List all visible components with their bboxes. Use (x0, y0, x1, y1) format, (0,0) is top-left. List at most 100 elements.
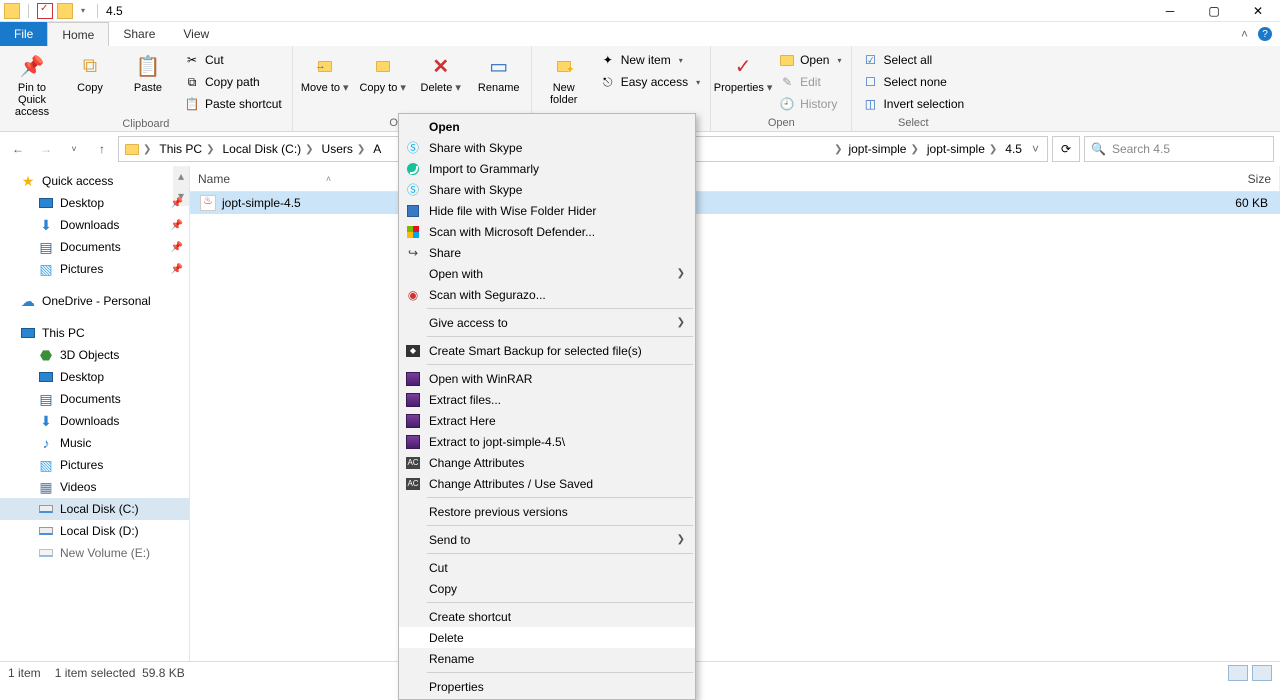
jar-icon (200, 195, 216, 211)
tab-share[interactable]: Share (109, 22, 169, 46)
cm-giveaccess[interactable]: Give access to❯ (399, 312, 695, 333)
sidebar-quick-access[interactable]: ★Quick access (0, 170, 189, 192)
cm-restore[interactable]: Restore previous versions (399, 501, 695, 522)
delete-button[interactable]: ✕Delete▾ (415, 50, 467, 94)
sidebar-onedrive[interactable]: ☁OneDrive - Personal (0, 290, 189, 312)
cm-sendto[interactable]: Send to❯ (399, 529, 695, 550)
cm-separator (427, 308, 693, 309)
qat-newfolder-icon[interactable] (57, 3, 73, 19)
cm-share[interactable]: ↪Share (399, 242, 695, 263)
invert-icon: ◫ (862, 96, 878, 112)
move-to-button[interactable]: →Move to▾ (299, 50, 351, 94)
sidebar-downloads[interactable]: ⬇Downloads📌 (0, 214, 189, 236)
crumb-thispc[interactable]: This PC❯ (155, 142, 218, 156)
select-all-button[interactable]: ☑Select all (858, 50, 968, 70)
crumb-a[interactable]: A (369, 142, 385, 156)
sidebar-3dobjects[interactable]: ⬣3D Objects (0, 344, 189, 366)
recent-dropdown[interactable]: ˅ (62, 137, 86, 161)
cm-skype2[interactable]: ⓈShare with Skype (399, 179, 695, 200)
history-button[interactable]: 🕘History (775, 94, 845, 114)
tab-file[interactable]: File (0, 22, 47, 46)
back-button[interactable]: ← (6, 137, 30, 161)
sidebar-documents2[interactable]: ▤Documents (0, 388, 189, 410)
paste-shortcut-button[interactable]: 📋Paste shortcut (180, 94, 286, 114)
col-name[interactable]: Name˄ (190, 166, 430, 191)
cm-openwith[interactable]: Open with❯ (399, 263, 695, 284)
refresh-button[interactable]: ⟳ (1052, 136, 1080, 162)
qat-properties-icon[interactable] (37, 3, 53, 19)
tab-view[interactable]: View (169, 22, 223, 46)
sidebar-documents[interactable]: ▤Documents📌 (0, 236, 189, 258)
sidebar-pictures2[interactable]: ▧Pictures (0, 454, 189, 476)
minimize-button[interactable]: ─ (1148, 0, 1192, 22)
edit-icon: ✎ (779, 74, 795, 90)
crumb-45[interactable]: 4.5 (1001, 142, 1026, 156)
cm-attr2[interactable]: ACChange Attributes / Use Saved (399, 473, 695, 494)
cm-winrar-open[interactable]: Open with WinRAR (399, 368, 695, 389)
cm-skype1[interactable]: ⓈShare with Skype (399, 137, 695, 158)
view-large-button[interactable] (1252, 665, 1272, 681)
column-headers[interactable]: Name˄ Size (190, 166, 1280, 192)
pin-quick-access-button[interactable]: 📌Pin to Quick access (6, 50, 58, 118)
forward-button[interactable]: → (34, 137, 58, 161)
sidebar-desktop[interactable]: Desktop📌 (0, 192, 189, 214)
paste-button[interactable]: 📋Paste (122, 50, 174, 94)
select-none-button[interactable]: ☐Select none (858, 72, 968, 92)
easy-access-button[interactable]: ⎋Easy access▾ (596, 72, 704, 92)
sidebar-new-volume[interactable]: New Volume (E:) (0, 542, 189, 564)
sidebar-desktop2[interactable]: Desktop (0, 366, 189, 388)
sidebar-thispc[interactable]: This PC (0, 322, 189, 344)
new-folder-button[interactable]: ✦New folder (538, 50, 590, 106)
cm-smartbackup[interactable]: ◆Create Smart Backup for selected file(s… (399, 340, 695, 361)
sidebar-pictures[interactable]: ▧Pictures📌 (0, 258, 189, 280)
cm-segurazo[interactable]: ◉Scan with Segurazo... (399, 284, 695, 305)
edit-button[interactable]: ✎Edit (775, 72, 845, 92)
breadcrumb-dropdown[interactable]: ˅ (1026, 142, 1045, 156)
sidebar-downloads2[interactable]: ⬇Downloads (0, 410, 189, 432)
copy-to-button[interactable]: Copy to▾ (357, 50, 409, 94)
sidebar-music[interactable]: ♪Music (0, 432, 189, 454)
crumb-c[interactable]: Local Disk (C:)❯ (218, 142, 317, 156)
cm-winrar-extract[interactable]: Extract files... (399, 389, 695, 410)
cm-defender[interactable]: Scan with Microsoft Defender... (399, 221, 695, 242)
cm-attr[interactable]: ACChange Attributes (399, 452, 695, 473)
help-icon[interactable]: ? (1258, 27, 1272, 41)
copy-button[interactable]: ⧉Copy (64, 50, 116, 94)
cm-copy[interactable]: Copy (399, 578, 695, 599)
crumb-jopt1[interactable]: ❯jopt-simple❯ (828, 142, 923, 156)
view-details-button[interactable] (1228, 665, 1248, 681)
cm-winrar-to[interactable]: Extract to jopt-simple-4.5\ (399, 431, 695, 452)
crumb-jopt2[interactable]: jopt-simple❯ (923, 142, 1001, 156)
cm-winrar-here[interactable]: Extract Here (399, 410, 695, 431)
cm-cut[interactable]: Cut (399, 557, 695, 578)
rename-button[interactable]: ▭Rename (473, 50, 525, 94)
copy-path-button[interactable]: ⧉Copy path (180, 72, 286, 92)
cm-rename[interactable]: Rename (399, 648, 695, 669)
search-input[interactable]: 🔍 Search 4.5 (1084, 136, 1274, 162)
crumb-users[interactable]: Users❯ (318, 142, 370, 156)
pin-icon: 📌 (18, 52, 46, 80)
sidebar-videos[interactable]: ▦Videos (0, 476, 189, 498)
sidebar-local-c[interactable]: Local Disk (C:) (0, 498, 189, 520)
file-row[interactable]: jopt-simple-4.5 60 KB (190, 192, 1280, 214)
properties-button[interactable]: ✓Properties▾ (717, 50, 769, 94)
col-size[interactable]: Size (1180, 166, 1280, 191)
new-item-button[interactable]: ✦New item▾ (596, 50, 704, 70)
open-button[interactable]: Open▾ (775, 50, 845, 70)
qat-dropdown-icon[interactable]: ▾ (81, 6, 85, 15)
cm-wise[interactable]: Hide file with Wise Folder Hider (399, 200, 695, 221)
collapse-ribbon-icon[interactable]: ˄ (1241, 27, 1248, 41)
crumb-icon[interactable]: ❯ (121, 144, 155, 155)
tab-home[interactable]: Home (47, 22, 109, 46)
cm-shortcut[interactable]: Create shortcut (399, 606, 695, 627)
cm-properties[interactable]: Properties (399, 676, 695, 697)
cut-button[interactable]: ✂Cut (180, 50, 286, 70)
cm-delete[interactable]: Delete (399, 627, 695, 648)
invert-selection-button[interactable]: ◫Invert selection (858, 94, 968, 114)
maximize-button[interactable]: ▢ (1192, 0, 1236, 22)
cm-open[interactable]: Open (399, 116, 695, 137)
sidebar-local-d[interactable]: Local Disk (D:) (0, 520, 189, 542)
close-button[interactable]: ✕ (1236, 0, 1280, 22)
cm-grammarly[interactable]: Import to Grammarly (399, 158, 695, 179)
up-button[interactable]: ↑ (90, 137, 114, 161)
